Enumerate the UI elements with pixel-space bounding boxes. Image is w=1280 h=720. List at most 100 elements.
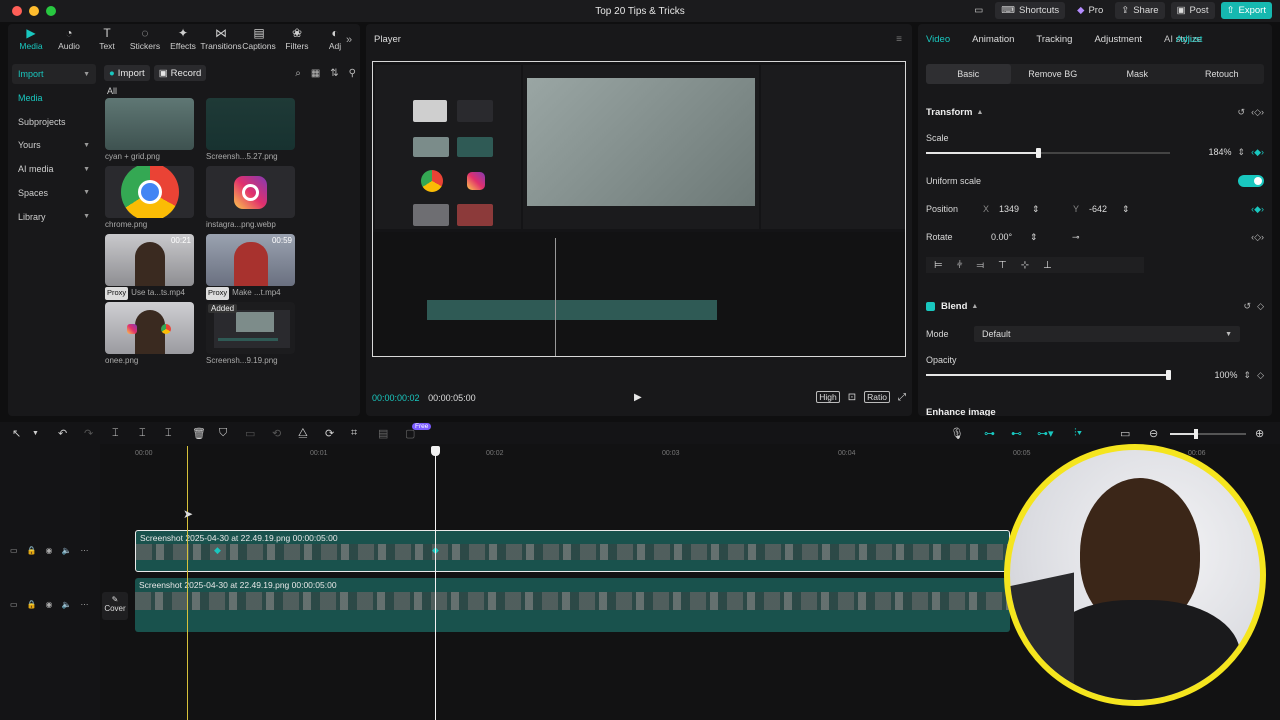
media-item[interactable]: Added Screensh...9.19.png bbox=[206, 302, 295, 368]
nav-item-library[interactable]: Library ▼ bbox=[12, 207, 96, 227]
subtab-remove-bg[interactable]: Remove BG bbox=[1011, 64, 1096, 84]
share-button[interactable]: ⇪ Share bbox=[1115, 2, 1165, 19]
scale-slider[interactable] bbox=[926, 148, 1170, 158]
opacity-stepper-icon[interactable]: ⇕ bbox=[1244, 370, 1252, 381]
layout-icon[interactable]: ▭ bbox=[968, 2, 989, 19]
media-item[interactable]: chrome.png bbox=[105, 166, 194, 232]
crop-icon[interactable]: ⌗ bbox=[351, 427, 357, 440]
subtab-mask[interactable]: Mask bbox=[1095, 64, 1180, 84]
undo-icon[interactable]: ↶ bbox=[58, 427, 67, 440]
close-window-button[interactable] bbox=[12, 6, 22, 16]
tab-text[interactable]: T Text bbox=[88, 27, 126, 54]
eye-icon[interactable]: ◉ bbox=[46, 600, 53, 609]
preview-axis-icon[interactable]: ⫶▾ bbox=[1074, 427, 1082, 440]
media-thumbnail[interactable]: 00:59 bbox=[206, 234, 295, 286]
freeze-icon[interactable]: ▭ bbox=[245, 427, 255, 440]
tab-transitions[interactable]: ⋈ Transitions bbox=[200, 27, 241, 54]
media-item[interactable]: 00:21 Proxy Use ta...ts.mp4 bbox=[105, 234, 194, 300]
x-stepper-icon[interactable]: ⇕ bbox=[1032, 204, 1040, 215]
tab-captions[interactable]: ▤ Captions bbox=[240, 27, 278, 54]
auto-reframe-icon[interactable]: ▤ bbox=[378, 427, 388, 440]
tab-effects[interactable]: ✦ Effects bbox=[164, 27, 202, 54]
marker-icon[interactable]: ⛉ bbox=[219, 427, 227, 440]
y-stepper-icon[interactable]: ⇕ bbox=[1122, 204, 1130, 215]
nav-item-yours[interactable]: Yours ▼ bbox=[12, 135, 96, 155]
chevron-down-icon[interactable]: ▼ bbox=[32, 430, 39, 437]
more-icon[interactable]: ⋯ bbox=[80, 546, 88, 555]
media-thumbnail[interactable]: Added bbox=[206, 302, 295, 354]
menu-icon[interactable]: ≡ bbox=[896, 34, 902, 45]
align-right-icon[interactable]: ⫤ bbox=[976, 260, 984, 271]
window-controls[interactable] bbox=[12, 6, 56, 16]
subtab-basic[interactable]: Basic bbox=[926, 64, 1011, 84]
media-item[interactable]: cyan + grid.png bbox=[105, 98, 194, 164]
media-thumbnail[interactable] bbox=[105, 302, 194, 354]
select-tool-icon[interactable]: ↖ bbox=[12, 427, 21, 440]
align-center-icon[interactable]: ⫩ bbox=[957, 260, 963, 271]
microphone-icon[interactable]: 🎙 bbox=[950, 427, 964, 440]
nav-item-subprojects[interactable]: Subprojects bbox=[12, 112, 96, 132]
import-button[interactable]: ● Import bbox=[104, 65, 150, 81]
player-canvas[interactable] bbox=[372, 61, 906, 357]
ratio-button[interactable]: Ratio bbox=[864, 391, 890, 403]
media-item[interactable]: instagra...png.webp bbox=[206, 166, 295, 232]
auto-snap-icon[interactable]: ⊷ bbox=[1011, 427, 1022, 440]
mirror-icon[interactable]: ⧋ bbox=[298, 427, 308, 440]
timeline-clip-1[interactable]: Screenshot 2025-04-30 at 22.49.19.png 00… bbox=[135, 530, 1010, 572]
media-thumbnail[interactable] bbox=[105, 98, 194, 150]
playhead-handle[interactable] bbox=[431, 446, 440, 456]
tab-media[interactable]: ▶ Media bbox=[12, 27, 50, 54]
blend-checkbox[interactable] bbox=[926, 301, 935, 311]
export-button[interactable]: ⇧ Export bbox=[1220, 2, 1272, 19]
position-keyframe-icon[interactable]: ‹◆› bbox=[1251, 204, 1264, 215]
media-item[interactable]: 00:59 Proxy Make ...t.mp4 bbox=[206, 234, 295, 300]
linkage-icon[interactable]: ⊶▾ bbox=[1037, 427, 1054, 440]
quality-button[interactable]: High bbox=[816, 391, 840, 403]
sort-icon[interactable]: ⇅ bbox=[330, 68, 338, 79]
collapse-icon[interactable]: ▲ bbox=[976, 109, 983, 116]
blend-keyframe-icon[interactable]: ◇ bbox=[1257, 301, 1264, 312]
play-icon[interactable]: ▶ bbox=[634, 392, 642, 403]
fit-icon[interactable]: ⊡ bbox=[848, 392, 856, 403]
eye-icon[interactable]: ◉ bbox=[46, 546, 53, 555]
uniform-scale-toggle[interactable] bbox=[1238, 175, 1264, 187]
lock-icon[interactable]: 🔒 bbox=[27, 546, 37, 555]
keyframe-marker-icon[interactable]: ◆ bbox=[214, 545, 221, 556]
more-tabs-icon[interactable]: » bbox=[346, 34, 352, 46]
tab-stickers[interactable]: ◌ Stickers bbox=[126, 27, 164, 54]
keyframe-active-icon[interactable]: ‹◆› bbox=[1251, 147, 1264, 158]
align-bottom-icon[interactable]: ⊥ bbox=[1043, 260, 1052, 271]
timeline-clip-2[interactable]: Screenshot 2025-04-30 at 22.49.19.png 00… bbox=[135, 578, 1010, 632]
fit-timeline-icon[interactable]: ▭ bbox=[1120, 427, 1130, 440]
grid-view-icon[interactable]: ▦ bbox=[311, 68, 320, 79]
scale-value[interactable]: 184% bbox=[1209, 147, 1232, 157]
adjust-tab-overlay[interactable]: Adjust bbox=[1176, 34, 1202, 45]
tab-adjustment[interactable]: Adjustment bbox=[1094, 34, 1142, 45]
media-thumbnail[interactable] bbox=[206, 98, 295, 150]
tab-filters[interactable]: ❀ Filters bbox=[278, 27, 316, 54]
pro-button[interactable]: ◆ Pro bbox=[1071, 2, 1109, 19]
x-value-input[interactable]: 1349 bbox=[999, 204, 1019, 214]
filter-icon[interactable]: ⚲ bbox=[349, 68, 356, 79]
nav-item-import[interactable]: Import ▼ bbox=[12, 64, 96, 84]
opacity-keyframe-icon[interactable]: ◇ bbox=[1257, 370, 1264, 381]
media-thumbnail[interactable] bbox=[105, 166, 194, 218]
align-top-icon[interactable]: ⊤ bbox=[998, 260, 1007, 271]
redo-icon[interactable]: ↷ bbox=[84, 427, 93, 440]
enhance-title[interactable]: Enhance image bbox=[926, 408, 996, 416]
volume-icon[interactable]: 🔈 bbox=[62, 600, 72, 609]
shortcuts-button[interactable]: ⌨ Shortcuts bbox=[995, 2, 1066, 19]
zoom-out-icon[interactable]: ⊖ bbox=[1149, 427, 1158, 440]
more-icon[interactable]: ⋯ bbox=[80, 600, 88, 609]
main-track-magnet-icon[interactable]: ⊶ bbox=[984, 427, 995, 440]
rotate-dial-icon[interactable]: ⊸ bbox=[1072, 232, 1080, 243]
rotate-keyframe-icon[interactable]: ‹◇› bbox=[1251, 232, 1264, 243]
fullscreen-icon[interactable]: ⤢ bbox=[898, 392, 906, 403]
split-right-icon[interactable]: ⌶ bbox=[165, 427, 172, 440]
zoom-window-button[interactable] bbox=[46, 6, 56, 16]
tab-animation[interactable]: Animation bbox=[972, 34, 1014, 45]
mode-select[interactable]: Default ▼ bbox=[974, 326, 1240, 342]
align-middle-icon[interactable]: ⊹ bbox=[1021, 260, 1029, 271]
volume-icon[interactable]: 🔈 bbox=[62, 546, 72, 555]
nav-item-spaces[interactable]: Spaces ▼ bbox=[12, 183, 96, 203]
